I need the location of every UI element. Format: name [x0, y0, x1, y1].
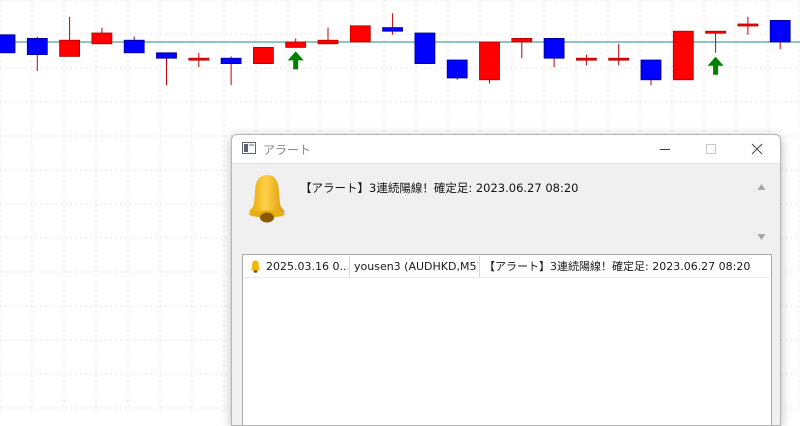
bearish-candle-body — [26, 38, 48, 56]
bullish-candle-body — [576, 57, 597, 61]
bearish-candle-body — [0, 34, 16, 54]
alert-message: 【アラート】3連続陽線！確定足: 2023.06.27 08:20 — [300, 181, 579, 195]
bearish-candle-body — [382, 27, 404, 32]
bell-icon — [250, 260, 261, 273]
candlestick — [769, 19, 791, 50]
bearish-candle-body — [446, 59, 468, 79]
candlestick — [349, 25, 371, 43]
alert-history-list[interactable]: 2025.03.16 0... yousen3 (AUDHKD,M5) 【アラー… — [242, 254, 772, 425]
window-app-icon — [242, 142, 256, 154]
bearish-candle-body — [156, 52, 177, 59]
candlestick — [123, 36, 145, 54]
alert-row-message: 【アラート】3連続陽線！確定足: 2023.06.27 08:20 — [484, 260, 751, 273]
candlestick — [382, 13, 404, 35]
candlestick — [414, 32, 436, 65]
column-divider — [349, 256, 350, 277]
candlestick — [640, 59, 662, 86]
scroll-up-icon[interactable] — [757, 183, 766, 191]
buy-signal-arrow-icon — [287, 51, 304, 70]
scroll-down-icon[interactable] — [757, 233, 766, 241]
alert-time: 2025.03.16 0... — [266, 260, 348, 273]
candlestick — [26, 36, 48, 71]
candlestick — [59, 16, 80, 57]
bullish-candle-body — [608, 57, 630, 61]
bullish-candle-body — [188, 57, 210, 61]
candlestick — [672, 30, 694, 81]
candlestick — [511, 38, 533, 59]
bullish-candle-body — [59, 39, 80, 57]
candlesticks — [0, 13, 791, 86]
close-button[interactable] — [734, 135, 780, 163]
bell-icon — [249, 175, 285, 223]
candlestick — [252, 47, 274, 65]
candlestick — [285, 38, 307, 48]
maximize-icon — [706, 144, 716, 154]
maximize-button[interactable] — [688, 135, 734, 163]
bullish-candle-body — [737, 23, 759, 27]
bearish-candle-body — [543, 38, 565, 59]
bearish-candle-body — [769, 19, 791, 43]
bullish-candle-body — [285, 41, 307, 48]
candlestick — [576, 54, 597, 66]
minimize-button[interactable] — [642, 135, 688, 163]
candlestick — [737, 16, 759, 35]
buy-signal-arrow-icon — [707, 56, 724, 75]
window-title: アラート — [263, 143, 312, 157]
minimize-icon — [660, 149, 670, 150]
message-scrollbar[interactable] — [753, 179, 770, 245]
bearish-candle-body — [414, 32, 436, 65]
bullish-candle-body — [672, 30, 694, 81]
candlestick — [317, 27, 339, 45]
bullish-candle-body — [252, 47, 274, 65]
candlestick — [446, 59, 468, 80]
bearish-candle-body — [640, 59, 662, 81]
bullish-candle-body — [705, 30, 726, 34]
candlestick — [0, 34, 16, 54]
close-icon — [751, 143, 763, 155]
title-bar[interactable]: アラート — [232, 135, 780, 164]
alert-row[interactable]: 2025.03.16 0... yousen3 (AUDHKD,M5) 【アラー… — [244, 256, 770, 278]
alert-dialog: アラート 【アラート】3連続陽線！確定足: 2023.06.27 08:20 2… — [231, 134, 781, 426]
column-divider — [479, 256, 480, 277]
bearish-candle-body — [123, 39, 145, 54]
bullish-candle-body — [511, 38, 533, 43]
bearish-candle-body — [220, 57, 242, 65]
bullish-candle-body — [349, 25, 371, 43]
alert-expert: yousen3 (AUDHKD,M5) — [354, 260, 478, 273]
bullish-candle-body — [91, 32, 113, 45]
candlestick — [479, 41, 500, 84]
bullish-candle-body — [479, 41, 500, 81]
bullish-candle-body — [317, 39, 339, 45]
candlestick — [608, 43, 630, 66]
candlestick — [91, 27, 113, 45]
candlestick — [543, 38, 565, 68]
